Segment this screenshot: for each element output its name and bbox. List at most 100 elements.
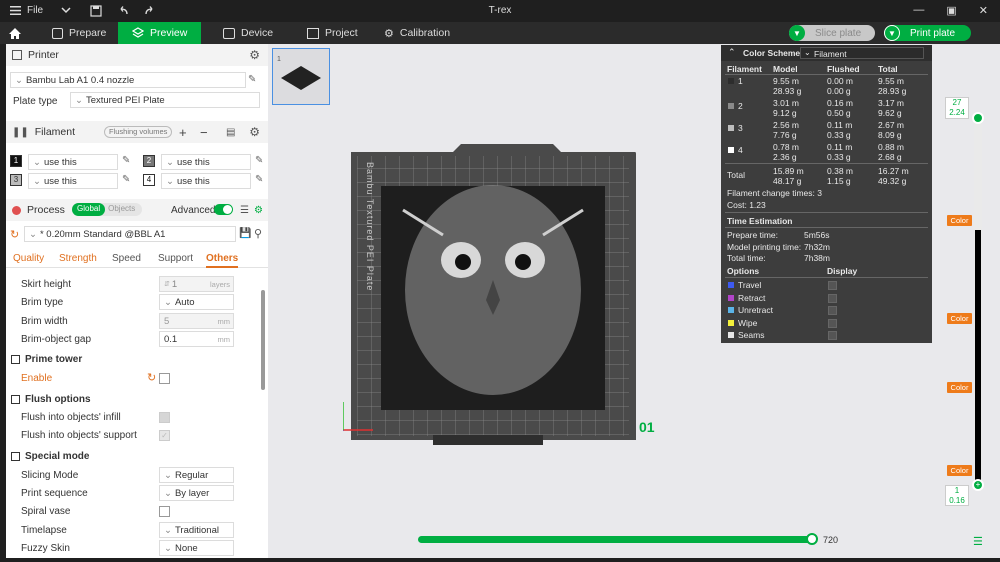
- process-title: Process: [27, 204, 65, 216]
- spiral-vase-checkbox[interactable]: [159, 506, 170, 517]
- chevron-down-icon: ⌄: [164, 487, 172, 499]
- chevron-down-icon: ⌄: [29, 228, 37, 240]
- home-button[interactable]: [8, 22, 30, 44]
- process-preset-select[interactable]: ⌄ * 0.20mm Standard @BBL A1: [24, 226, 236, 242]
- advanced-toggle[interactable]: [214, 204, 233, 215]
- chevron-down-icon: ⌄: [164, 542, 172, 554]
- tab-prepare[interactable]: Prepare: [44, 22, 114, 44]
- process-tab-others[interactable]: Others: [206, 253, 239, 268]
- option-display-checkbox[interactable]: [828, 306, 837, 315]
- move-slider-thumb[interactable]: [806, 533, 818, 545]
- option-unretract: Unretract: [738, 305, 773, 315]
- process-tabs: Quality Strength Speed Support Others: [6, 250, 268, 268]
- brim-gap-input[interactable]: 0.1 mm: [159, 331, 234, 347]
- chevron-down-icon: ⌄: [166, 156, 174, 168]
- edit-filament-icon[interactable]: ✎: [122, 174, 130, 185]
- filament-slot-3-badge[interactable]: 3: [10, 174, 22, 186]
- search-icon[interactable]: ⚲: [254, 227, 262, 240]
- edit-printer-icon[interactable]: ✎: [248, 74, 256, 85]
- move-slider[interactable]: [418, 536, 814, 543]
- filament-slot-2-badge[interactable]: 2: [143, 155, 155, 167]
- flush-support-checkbox[interactable]: ✓: [159, 430, 170, 441]
- process-tab-strength[interactable]: Strength: [59, 253, 97, 264]
- tab-device[interactable]: Device: [219, 22, 277, 44]
- filament-model-m: 0.78 m: [773, 142, 799, 152]
- reset-icon[interactable]: ↻: [10, 228, 19, 241]
- layers-toggle-icon[interactable]: ☰: [973, 535, 983, 548]
- collapse-icon[interactable]: ⌃: [728, 47, 736, 58]
- timelapse-select[interactable]: ⌄ Traditional: [159, 522, 234, 538]
- remove-filament-icon[interactable]: −: [200, 125, 208, 140]
- edit-filament-icon[interactable]: ✎: [122, 155, 130, 166]
- process-tab-quality[interactable]: Quality: [13, 253, 44, 264]
- reset-icon[interactable]: ↻: [147, 371, 156, 384]
- top-layer-thumb[interactable]: [972, 112, 984, 124]
- brim-type-select[interactable]: ⌄ Auto: [159, 294, 234, 310]
- option-display-checkbox[interactable]: [828, 281, 837, 290]
- add-filament-icon[interactable]: +: [179, 125, 187, 140]
- options-label: Options: [727, 266, 760, 276]
- sync-filament-icon[interactable]: ▤: [226, 127, 235, 138]
- prepare-time-label: Prepare time:: [727, 230, 779, 240]
- tab-preview[interactable]: Preview: [118, 22, 201, 44]
- compare-icon[interactable]: ⚙: [254, 205, 263, 216]
- color-change-marker[interactable]: Color: [947, 215, 972, 226]
- printer-select[interactable]: ⌄ Bambu Lab A1 0.4 nozzle: [10, 72, 246, 88]
- process-tab-support[interactable]: Support: [158, 253, 193, 264]
- color-change-marker[interactable]: Color: [947, 465, 972, 476]
- print-dropdown-icon[interactable]: ▼: [884, 25, 900, 41]
- fuzzy-skin-select[interactable]: ⌄ None: [159, 540, 234, 556]
- filament-slot-4-badge[interactable]: 4: [143, 174, 155, 186]
- color-scheme-select[interactable]: ⌄ Filament: [800, 47, 924, 59]
- slicing-mode-select[interactable]: ⌄ Regular: [159, 467, 234, 483]
- tab-calibration[interactable]: ⚙ Calibration: [380, 22, 454, 44]
- filament-slot-4-select[interactable]: ⌄ use this: [161, 173, 251, 189]
- prime-tower-header: Prime tower: [6, 350, 268, 368]
- filament-slot-value: use this: [176, 175, 210, 187]
- save-preset-icon[interactable]: 💾: [239, 228, 251, 239]
- option-display-checkbox[interactable]: [828, 331, 837, 340]
- flush-options-icon: [11, 394, 20, 404]
- objects-option[interactable]: Objects: [105, 203, 138, 216]
- settings-scrollbar[interactable]: [261, 290, 265, 390]
- process-tab-speed[interactable]: Speed: [112, 253, 141, 264]
- print-plate-button[interactable]: ▼ Print plate: [884, 25, 971, 41]
- filament-slot-1-badge[interactable]: 1: [10, 155, 22, 167]
- total-flushed-g: 1.15 g: [827, 176, 851, 186]
- bottom-layer-thumb[interactable]: +: [972, 479, 984, 491]
- stepper-icon[interactable]: ⇵: [164, 280, 170, 288]
- option-display-checkbox[interactable]: [828, 293, 837, 303]
- printer-settings-icon[interactable]: ⚙: [249, 48, 260, 62]
- filament-flushed-m: 0.16 m: [827, 98, 853, 108]
- global-option[interactable]: Global: [72, 203, 106, 216]
- plate-thumbnail[interactable]: 1: [272, 48, 330, 105]
- maximize-icon[interactable]: ▣: [946, 4, 956, 17]
- filament-slot-2-select[interactable]: ⌄ use this: [161, 154, 251, 170]
- flush-infill-checkbox[interactable]: [159, 412, 170, 423]
- slice-dropdown-icon[interactable]: ▼: [789, 25, 805, 41]
- filament-slot-1-select[interactable]: ⌄ use this: [28, 154, 118, 170]
- close-icon[interactable]: ✕: [979, 4, 988, 17]
- edit-filament-icon[interactable]: ✎: [255, 155, 263, 166]
- brim-width-input[interactable]: 5 mm: [159, 313, 234, 329]
- flushing-volumes-button[interactable]: Flushing volumes: [104, 126, 173, 138]
- prepare-icon: [52, 27, 63, 39]
- edit-filament-icon[interactable]: ✎: [255, 174, 263, 185]
- tab-project[interactable]: Project: [303, 22, 362, 44]
- filament-settings-icon[interactable]: ⚙: [249, 125, 260, 139]
- prime-tower-enable-checkbox[interactable]: [159, 373, 170, 384]
- plate-type-select[interactable]: ⌄ Textured PEI Plate: [70, 92, 260, 108]
- skirt-height-input[interactable]: ⇵ 1 layers: [159, 276, 234, 292]
- legend-title: Color Scheme: [743, 48, 801, 58]
- minimize-icon[interactable]: —: [913, 4, 924, 17]
- plate-type-value: Textured PEI Plate: [85, 94, 165, 106]
- slice-plate-button[interactable]: ▼ Slice plate: [789, 25, 875, 41]
- color-change-marker[interactable]: Color: [947, 313, 972, 324]
- filament-total-m: 2.67 m: [878, 120, 904, 130]
- print-sequence-select[interactable]: ⌄ By layer: [159, 485, 234, 501]
- filament-slot-3-select[interactable]: ⌄ use this: [28, 173, 118, 189]
- option-display-checkbox[interactable]: [828, 318, 837, 328]
- color-change-marker[interactable]: Color: [947, 382, 972, 393]
- list-icon[interactable]: ☰: [240, 205, 249, 216]
- global-objects-toggle[interactable]: Global Objects: [72, 203, 142, 216]
